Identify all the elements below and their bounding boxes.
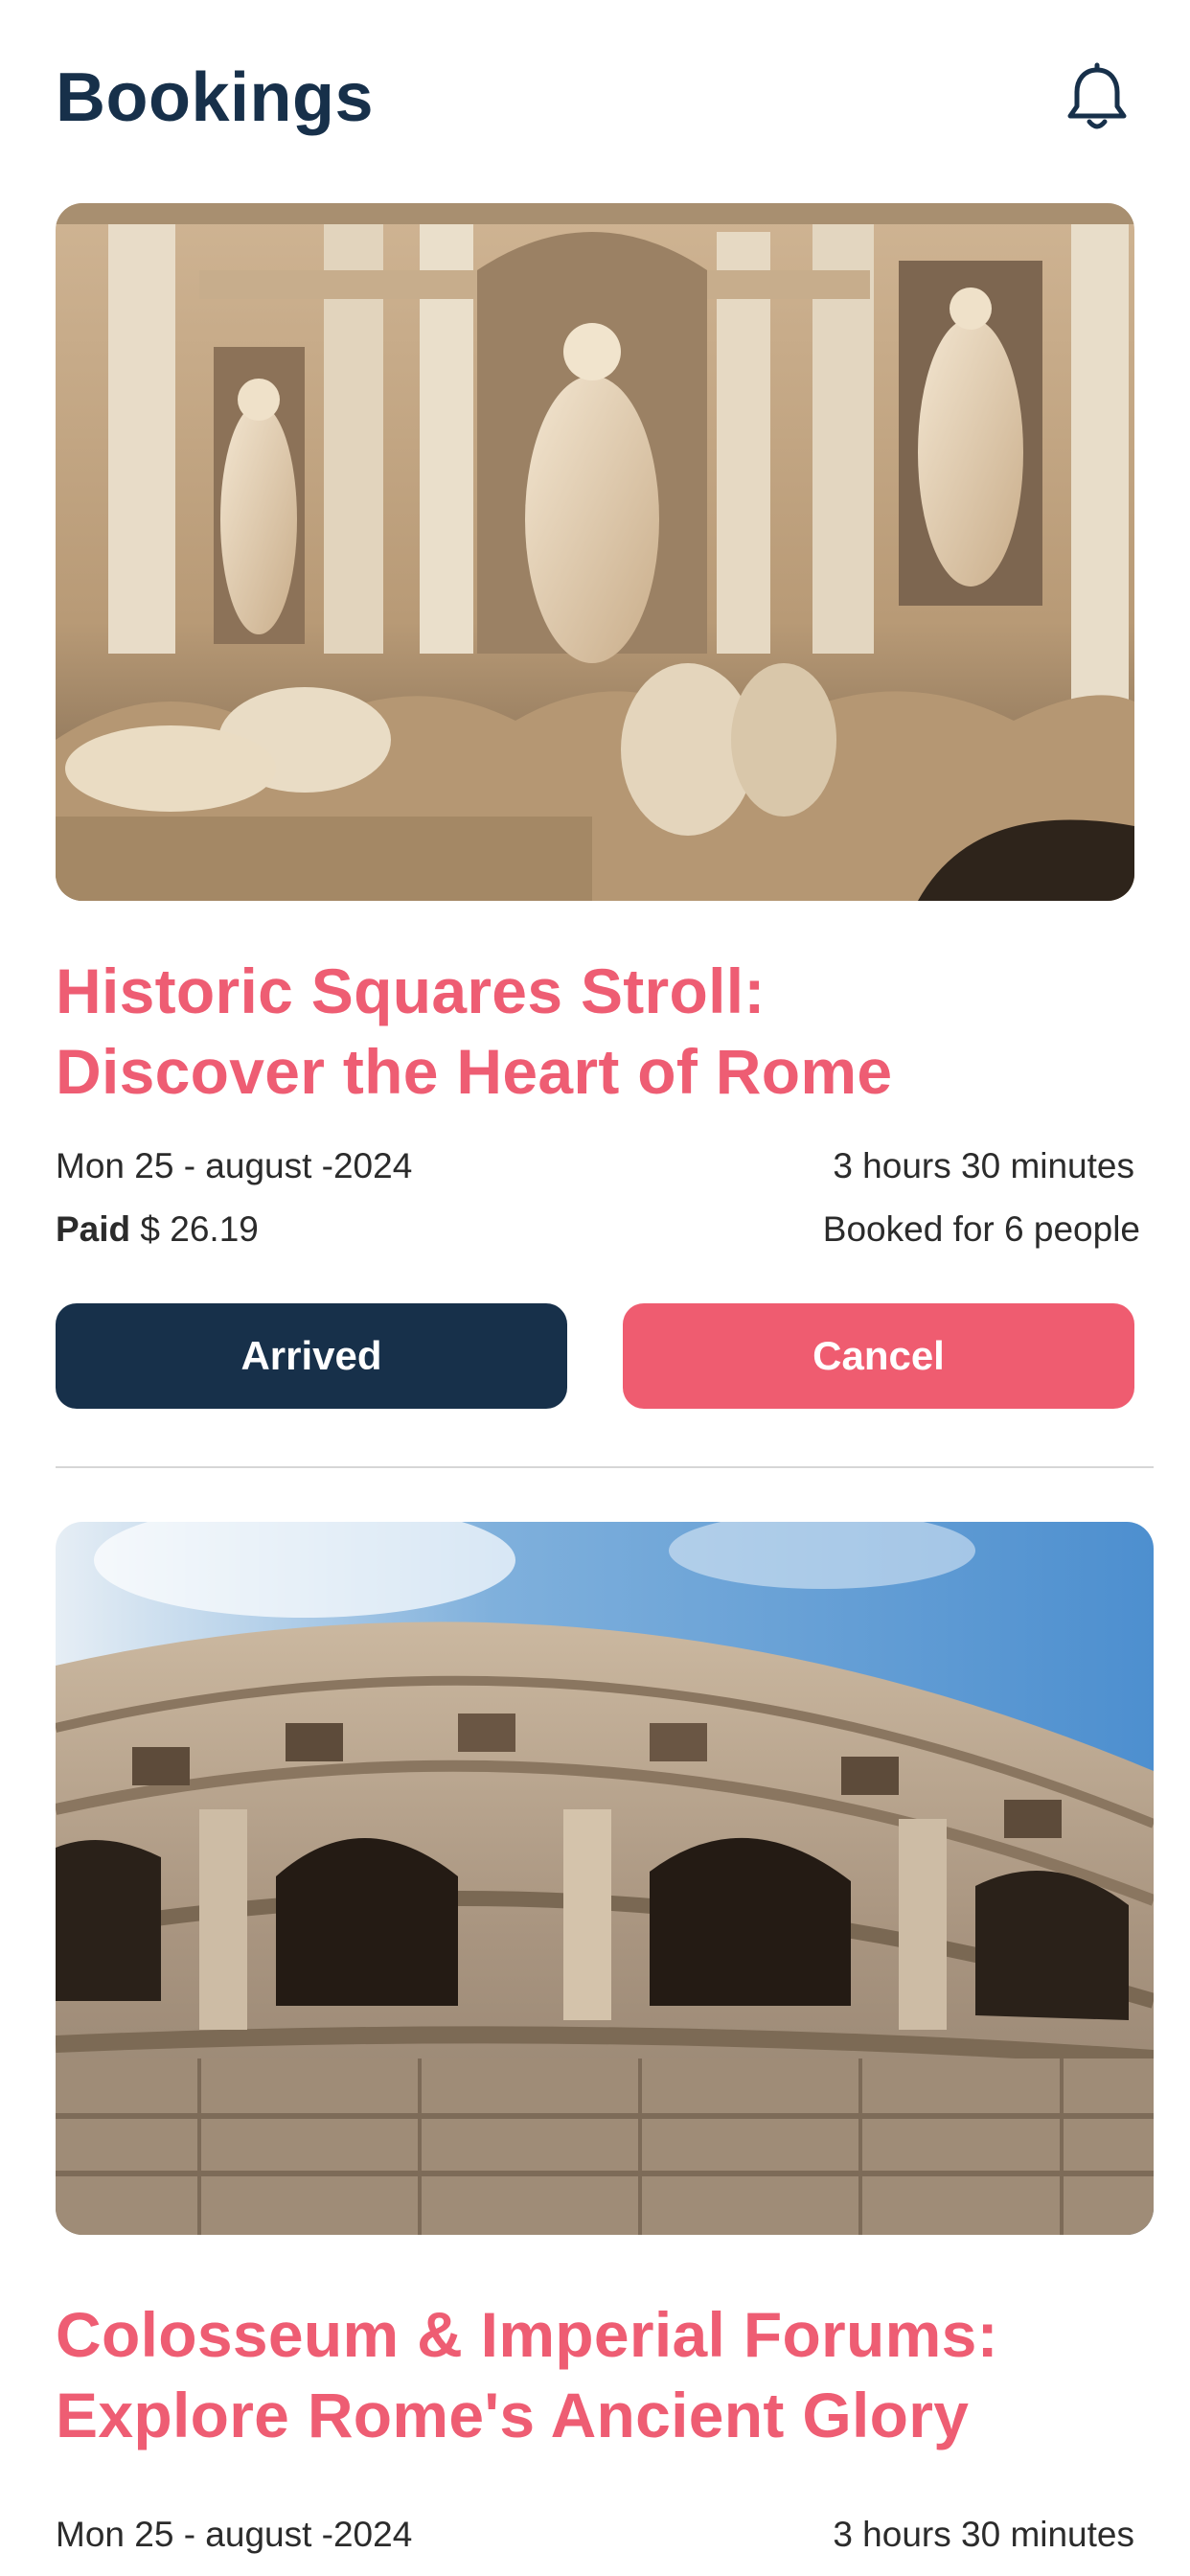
colosseum-illustration [56, 1522, 1154, 2235]
paid-label: Paid [56, 1209, 131, 1249]
bell-icon [1067, 62, 1127, 129]
booking-title[interactable]: Colosseum & Imperial Forums: Explore Rom… [56, 2294, 1154, 2455]
booking-date: Mon 25 - august -2024 [56, 1146, 413, 1185]
booking-duration: 3 hours 30 minutes [833, 2515, 1134, 2554]
booking-payment-row: Paid $ 26.19 Booked for 6 people [56, 1206, 1140, 1254]
booking-card[interactable]: Colosseum & Imperial Forums: Explore Rom… [56, 1522, 1154, 2559]
page-title: Bookings [56, 59, 375, 136]
booking-duration: 3 hours 30 minutes [833, 1146, 1134, 1185]
divider [56, 1466, 1154, 1468]
booking-paid: Paid $ 26.19 [56, 1209, 259, 1250]
booking-date: Mon 25 - august -2024 [56, 2515, 413, 2554]
trevi-fountain-illustration [56, 203, 1134, 901]
bookings-screen: Bookings Historic Squares Stroll: Discov… [0, 0, 1190, 2576]
notifications-button[interactable] [1060, 60, 1134, 135]
booking-title-line: Historic Squares Stroll: [56, 955, 766, 1026]
trevi-fountain-photo [56, 203, 1134, 901]
booking-title[interactable]: Historic Squares Stroll: Discover the He… [56, 951, 1134, 1112]
arrived-button[interactable]: Arrived [56, 1303, 567, 1409]
colosseum-photo [56, 1522, 1154, 2235]
booking-title-line: Colosseum & Imperial Forums: [56, 2299, 998, 2370]
booking-date-row: Mon 25 - august -2024 3 hours 30 minutes [56, 2511, 1134, 2559]
booking-people: Booked for 6 people [822, 1209, 1140, 1249]
cancel-button[interactable]: Cancel [623, 1303, 1134, 1409]
paid-amount: $ 26.19 [140, 1209, 259, 1249]
booking-actions: Arrived Cancel [56, 1303, 1134, 1409]
booking-date-row: Mon 25 - august -2024 3 hours 30 minutes [56, 1142, 1134, 1190]
header: Bookings [56, 50, 1134, 146]
booking-card[interactable]: Historic Squares Stroll: Discover the He… [56, 203, 1140, 1409]
booking-title-line: Explore Rome's Ancient Glory [56, 2380, 970, 2450]
booking-title-line: Discover the Heart of Rome [56, 1036, 893, 1107]
